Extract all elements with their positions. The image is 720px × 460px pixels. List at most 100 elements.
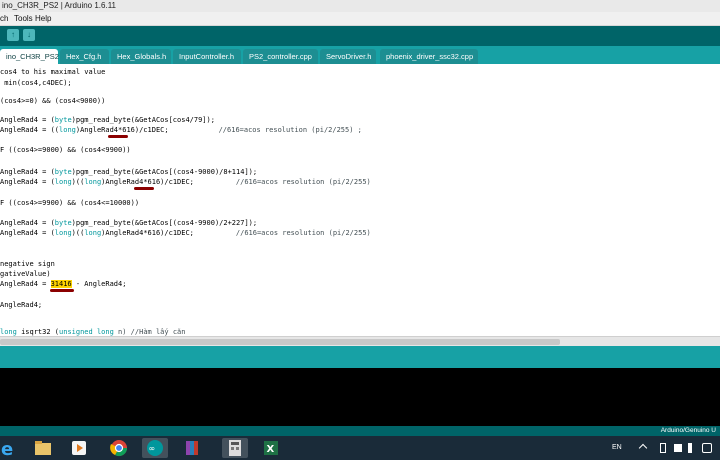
code-text: )pgm_read_byte(&GetACos[(cos4-9900)/2+22… [71,219,258,227]
keyword: byte [54,219,72,227]
code-text: AngleRad4 = ( [0,178,55,186]
code-text: F ((cos4>=9900) && (cos4<=10000)) [0,199,140,207]
code-text: )pgm_read_byte(&GetACos[(cos4-9000)/8+11… [71,168,258,176]
console-output [0,368,720,426]
keyword: long [0,328,17,336]
code-line: cos4 to his maximal value [0,68,105,77]
code-line: AngleRad4 = (byte)pgm_read_byte(&GetACos… [0,116,215,124]
code-text: )pgm_read_byte(&GetACos[cos4/79]); [71,116,215,124]
svg-text:e: e [1,439,13,458]
keyword: long [59,126,76,134]
tab-ps2-controller[interactable]: PS2_controller.cpp [243,49,318,64]
code-editor[interactable]: cos4 to his maximal value min(cos4,c4DEC… [0,64,720,336]
code-line: min(cos4,c4DEC); [0,79,72,88]
battery-icon[interactable] [688,443,692,453]
keyword: long [54,229,72,237]
ie-icon[interactable]: e [0,438,26,460]
code-text: cos4 to his maximal value [0,68,106,76]
tab-input-controller[interactable]: InputController.h [173,49,241,64]
winrar-icon[interactable] [180,438,206,458]
code-line: negative sign [0,260,55,269]
media-player-icon[interactable] [66,438,92,458]
code-text: )AngleRad4*616)/c1DEC; [101,178,194,186]
code-text: (cos4>=0) && (cos4<9000)) [0,97,106,105]
code-line: AngleRad4 = (byte)pgm_read_byte(&GetACos… [0,219,257,228]
svg-text:X: X [267,444,275,455]
toolbar: ↑ ↓ [0,26,720,46]
red-underline-616 [108,135,128,138]
tab-phoenix-driver[interactable]: phoenix_driver_ssc32.cpp [380,49,478,64]
footer-bar: Arduino/Genuino U [0,426,720,436]
code-text: min(cos4,c4DEC); [4,79,72,87]
code-text: AngleRad4 = [0,280,51,288]
code-text: AngleRad4 = (( [0,126,60,134]
code-text: F ((cos4>=9000) && (cos4<9900)) [0,146,131,154]
code-comment: //616=acos resolution (pi/2/255) [235,229,371,237]
menu-tools[interactable]: Tools [14,12,33,26]
excel-icon[interactable]: X [258,438,284,458]
code-text: AngleRad4; [0,301,43,309]
menu-help[interactable]: Help [35,12,51,26]
code-text: )AngleRad4*616)/c1DEC; [101,229,194,237]
status-bar [0,346,720,368]
chrome-icon[interactable] [106,438,132,458]
code-text: AngleRad4 = ( [0,229,55,237]
code-text: )(( [71,178,85,186]
code-line: F ((cos4>=9000) && (cos4<9900)) [0,146,131,155]
board-label: Arduino/Genuino U [660,427,716,434]
code-comment: //616=acos resolution (pi/2/255) ; [218,126,362,134]
keyword: long [54,178,72,186]
horizontal-scrollbar[interactable] [0,336,720,346]
code-comment: //616=acos resolution (pi/2/255) [235,178,371,186]
network-icon[interactable] [674,444,682,452]
tab-ino-ch3r-ps2[interactable]: ino_CH3R_PS2 [0,49,59,64]
tray-expand-icon[interactable] [638,443,648,453]
calculator-icon[interactable] [222,438,248,458]
code-text: - AngleRad4; [71,280,127,288]
code-text: )(( [71,229,85,237]
code-line: AngleRad4; [0,301,42,310]
save-icon[interactable]: ↓ [23,29,35,41]
file-explorer-icon[interactable] [30,438,56,458]
code-line: long isqrt32 (unsigned long n) //Hàm lấy… [0,328,185,336]
code-text: gativeValue) [0,270,51,278]
red-underline-616 [134,187,154,190]
svg-text:∞: ∞ [149,444,156,453]
tab-hex-globals[interactable]: Hex_Globals.h [111,49,171,64]
arduino-icon[interactable]: ∞ [142,438,168,458]
red-underline-31416 [50,289,74,292]
code-line: F ((cos4>=9900) && (cos4<=10000)) [0,199,139,208]
upload-icon[interactable]: ↑ [7,29,19,41]
code-line: AngleRad4 = ((long)AngleRad4*616)/c1DEC;… [0,126,362,135]
keyword: long [84,178,102,186]
scrollbar-thumb[interactable] [0,339,560,345]
code-text: n) //Hàm lấy căn [113,328,186,336]
tab-hex-cfg[interactable]: Hex_Cfg.h [60,49,109,64]
usb-icon[interactable] [660,443,666,453]
volume-icon[interactable] [702,443,712,453]
keyword: unsigned long [59,328,114,336]
code-text: )AngleRad4*616)/c1DEC; [75,126,169,134]
code-text: negative sign [0,260,55,268]
keyword: long [84,229,102,237]
code-line: AngleRad4 = 31416 - AngleRad4; [0,280,126,289]
code-line: gativeValue) [0,270,51,279]
language-indicator[interactable]: EN [612,436,622,460]
highlighted-number: 31416 [50,280,72,288]
code-text: AngleRad4 = ( [0,168,55,176]
tab-bar: ino_CH3R_PS2 Hex_Cfg.h Hex_Globals.h Inp… [0,46,720,64]
menu-bar: ch Tools Help [0,12,720,26]
code-line: AngleRad4 = (long)((long)AngleRad4*616)/… [0,178,371,187]
code-line: AngleRad4 = (long)((long)AngleRad4*616)/… [0,229,371,238]
code-text: AngleRad4 = ( [0,219,55,227]
menu-sketch[interactable]: ch [0,12,8,26]
code-text: isqrt32 ( [16,328,60,336]
window-title: ino_CH3R_PS2 | Arduino 1.6.11 [0,0,720,12]
code-line: AngleRad4 = (byte)pgm_read_byte(&GetACos… [0,168,257,177]
tab-servo-driver[interactable]: ServoDriver.h [320,49,376,64]
windows-taskbar: e ∞ X EN [0,436,720,460]
code-line: (cos4>=0) && (cos4<9000)) [0,97,105,106]
code-text: AngleRad4 = [0,116,51,124]
keyword: byte [54,116,72,124]
keyword: byte [54,168,72,176]
